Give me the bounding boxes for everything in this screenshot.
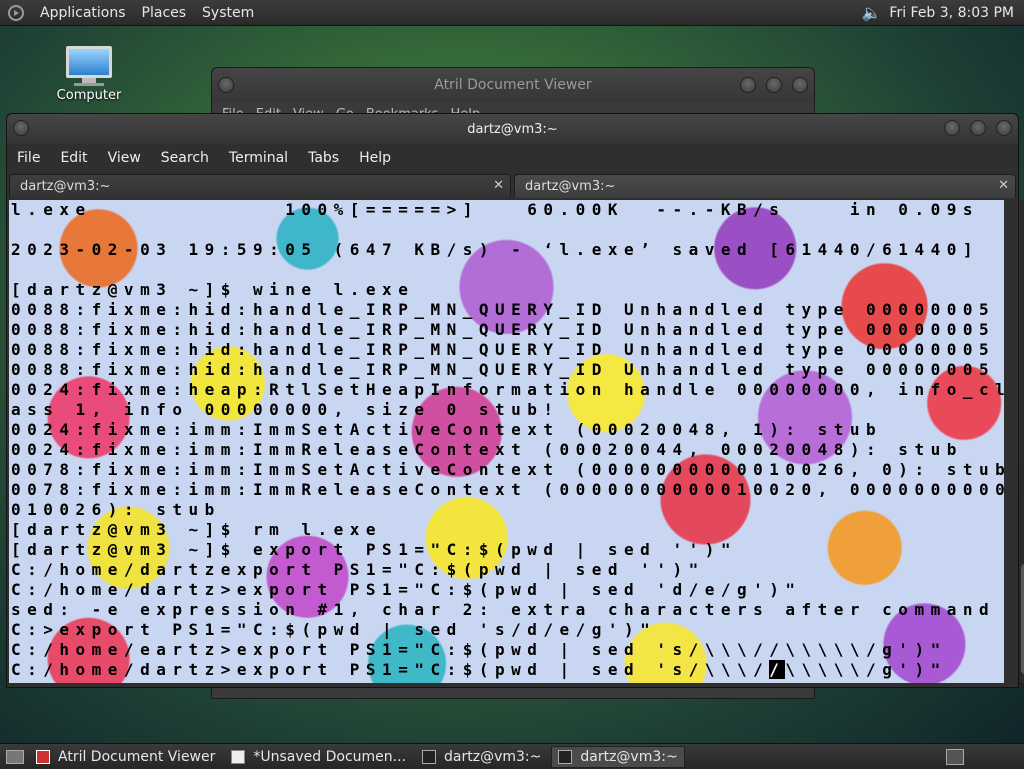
minimize-icon[interactable] xyxy=(944,120,960,136)
terminal-current-line: C:/home/dartz>export PS1="C:$(pwd | sed … xyxy=(11,660,770,679)
terminal-menu-view[interactable]: View xyxy=(98,150,151,166)
atril-app-icon xyxy=(36,749,50,764)
terminal-line: C:>export PS1="C:$(pwd | sed 's/d/e/g')" xyxy=(11,620,657,639)
task-label: Atril Document Viewer xyxy=(58,748,216,765)
atril-title: Atril Document Viewer xyxy=(434,77,592,93)
terminal-line: [dartz@vm3 ~]$ wine l.exe xyxy=(11,280,415,299)
terminal-menu-help[interactable]: Help xyxy=(349,150,401,166)
task-label: *Unsaved Documen... xyxy=(253,748,407,765)
show-desktop-icon[interactable] xyxy=(6,749,24,764)
window-menu-icon[interactable] xyxy=(13,120,29,136)
close-tab-icon[interactable]: ✕ xyxy=(998,178,1009,193)
mate-logo-icon[interactable] xyxy=(8,4,24,21)
terminal-menu-edit[interactable]: Edit xyxy=(50,150,97,166)
bottom-taskbar: Atril Document Viewer *Unsaved Documen..… xyxy=(0,743,1024,769)
system-menu[interactable]: System xyxy=(194,5,262,21)
terminal-current-line-rest: \\\\\/g')" xyxy=(785,660,947,679)
terminal-scrollbar[interactable] xyxy=(1020,200,1024,683)
terminal-output[interactable]: l.exe 100%[=====>] 60.00K --.-KB/s in 0.… xyxy=(9,200,1004,683)
terminal-menu-terminal[interactable]: Terminal xyxy=(219,150,298,166)
panel-clock[interactable]: Fri Feb 3, 8:03 PM xyxy=(889,5,1014,21)
terminal-line: 0088:fixme:hid:handle_IRP_MN_QUERY_ID Un… xyxy=(11,300,996,319)
terminal-line: 0024:fixme:heap:RtlSetHeapInformation ha… xyxy=(11,380,1004,399)
terminal-menu-tabs[interactable]: Tabs xyxy=(298,150,349,166)
terminal-line: 0088:fixme:hid:handle_IRP_MN_QUERY_ID Un… xyxy=(11,360,996,379)
terminal-title: dartz@vm3:~ xyxy=(467,121,558,137)
terminal-text: l.exe 100%[=====>] 60.00K --.-KB/s in 0.… xyxy=(11,200,1004,680)
terminal-menu-file[interactable]: File xyxy=(7,150,50,166)
terminal-line: C:/home/eartz>export PS1="C:$(pwd | sed … xyxy=(11,640,947,659)
task-terminal-2[interactable]: dartz@vm3:~ xyxy=(551,745,685,768)
minimize-icon[interactable] xyxy=(740,77,756,93)
text-editor-app-icon xyxy=(231,749,246,764)
atril-titlebar[interactable]: Atril Document Viewer xyxy=(212,68,814,102)
task-text-editor[interactable]: *Unsaved Documen... xyxy=(225,746,412,768)
terminal-line: [dartz@vm3 ~]$ export PS1="C:$(pwd | sed… xyxy=(11,540,737,559)
terminal-line: l.exe 100%[=====>] 60.00K --.-KB/s in 0.… xyxy=(11,200,979,219)
terminal-line: 0078:fixme:imm:ImmSetActiveContext (0000… xyxy=(11,460,1004,479)
task-terminal-1[interactable]: dartz@vm3:~ xyxy=(416,746,547,768)
terminal-line: 010026): stub xyxy=(11,500,221,519)
task-label: dartz@vm3:~ xyxy=(580,748,678,765)
terminal-menubar: File Edit View Search Terminal Tabs Help xyxy=(7,144,1018,172)
terminal-line: 0024:fixme:imm:ImmReleaseContext (000200… xyxy=(11,440,963,459)
terminal-tab-2[interactable]: dartz@vm3:~ ✕ xyxy=(514,174,1016,198)
terminal-line: [dartz@vm3 ~]$ rm l.exe xyxy=(11,520,383,539)
terminal-line: 2023-02-03 19:59:05 (647 KB/s) - ‘l.exe’… xyxy=(11,240,979,259)
terminal-app-icon xyxy=(422,749,437,764)
maximize-icon[interactable] xyxy=(766,77,782,93)
terminal-line: ass 1, info 00000000, size 0 stub! xyxy=(11,400,560,419)
applications-menu[interactable]: Applications xyxy=(32,5,134,21)
terminal-tabbar: dartz@vm3:~ ✕ dartz@vm3:~ ✕ xyxy=(7,172,1018,198)
terminal-cursor: / xyxy=(769,660,786,679)
tab-label: dartz@vm3:~ xyxy=(525,179,616,194)
terminal-line: sed: -e expression #1, char 2: extra cha… xyxy=(11,600,996,619)
terminal-tab-1[interactable]: dartz@vm3:~ ✕ xyxy=(9,174,511,198)
terminal-line: 0088:fixme:hid:handle_IRP_MN_QUERY_ID Un… xyxy=(11,340,996,359)
terminal-line: C:/home/dartz>export PS1="C:$(pwd | sed … xyxy=(11,580,802,599)
volume-icon[interactable]: 🔈 xyxy=(861,3,881,22)
close-icon[interactable] xyxy=(792,77,808,93)
terminal-line: 0088:fixme:hid:handle_IRP_MN_QUERY_ID Un… xyxy=(11,320,996,339)
workspace-switcher-icon[interactable] xyxy=(946,748,964,765)
tab-label: dartz@vm3:~ xyxy=(20,179,111,194)
window-menu-icon[interactable] xyxy=(218,77,234,93)
places-menu[interactable]: Places xyxy=(134,5,195,21)
terminal-titlebar[interactable]: dartz@vm3:~ xyxy=(7,114,1018,144)
close-tab-icon[interactable]: ✕ xyxy=(493,178,504,193)
terminal-line: 0078:fixme:imm:ImmReleaseContext (000000… xyxy=(11,480,1004,499)
task-atril[interactable]: Atril Document Viewer xyxy=(30,746,221,768)
terminal-line: 0024:fixme:imm:ImmSetActiveContext (0002… xyxy=(11,420,883,439)
terminal-line: C:/home/dartzexport PS1="C:$(pwd | sed '… xyxy=(11,560,705,579)
terminal-app-icon xyxy=(558,749,573,764)
monitor-base xyxy=(74,83,104,86)
computer-label: Computer xyxy=(56,88,122,103)
maximize-icon[interactable] xyxy=(970,120,986,136)
monitor-icon xyxy=(66,46,112,78)
task-label: dartz@vm3:~ xyxy=(444,748,542,765)
top-panel: Applications Places System 🔈 Fri Feb 3, … xyxy=(0,0,1024,26)
desktop-computer-icon[interactable]: Computer xyxy=(54,46,124,103)
terminal-window[interactable]: dartz@vm3:~ File Edit View Search Termin… xyxy=(6,113,1024,688)
close-icon[interactable] xyxy=(996,120,1012,136)
terminal-menu-search[interactable]: Search xyxy=(151,150,219,166)
